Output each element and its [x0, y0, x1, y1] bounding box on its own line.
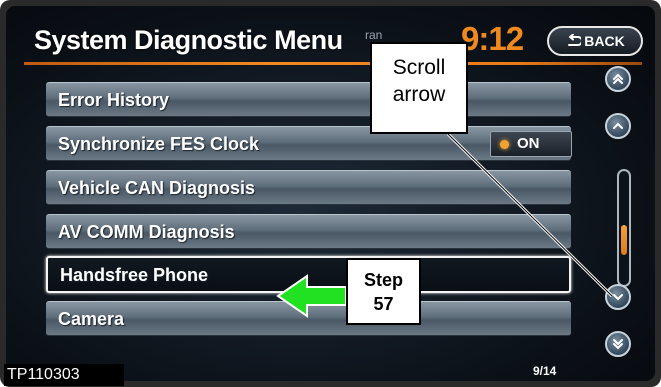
menu-item-error-history[interactable]: Error History: [46, 82, 571, 117]
double-chevron-down-icon: [613, 339, 623, 350]
menu-item-label: Synchronize FES Clock: [58, 134, 260, 154]
menu-item-handsfree-phone[interactable]: Handsfree Phone: [46, 256, 571, 293]
page-counter: 9/14: [533, 364, 557, 378]
clock: 9:12: [461, 20, 524, 57]
menu-item-label: Handsfree Phone: [60, 265, 209, 285]
scroll-up-button[interactable]: [605, 113, 631, 139]
scroll-page-up-button[interactable]: [605, 66, 631, 92]
menu-item-camera[interactable]: Camera: [46, 301, 571, 336]
chevron-down-icon: [613, 294, 623, 301]
callout-line-2: arrow: [392, 83, 446, 106]
scrollbar-thumb[interactable]: [621, 225, 627, 255]
menu-item-synchronize-fes-clock[interactable]: Synchronize FES Clock ON: [46, 126, 572, 161]
toggle-indicator-icon: [500, 140, 509, 149]
callout-line-1: Scroll: [392, 56, 446, 79]
toggle-label: ON: [517, 135, 540, 152]
chevron-up-icon: [613, 122, 623, 129]
back-arrow-icon: [568, 34, 582, 46]
scroll-page-down-button[interactable]: [605, 331, 631, 357]
scroll-arrow-callout: Scroll arrow: [370, 42, 468, 134]
page-title: System Diagnostic Menu: [34, 25, 343, 55]
header-divider: [24, 62, 642, 65]
display-bezel: System Diagnostic Menu ran 9:12 BACK Err…: [0, 0, 661, 387]
back-button-label: BACK: [584, 33, 625, 49]
menu-item-label: AV COMM Diagnosis: [58, 222, 235, 242]
back-button[interactable]: BACK: [547, 26, 643, 56]
menu-item-label: Camera: [58, 309, 125, 329]
double-chevron-up-icon: [613, 73, 623, 84]
step-callout: Step 57: [346, 258, 421, 325]
menu-list: Error History Synchronize FES Clock ON V…: [26, 82, 572, 370]
title-suffix-text: ran: [365, 28, 383, 42]
fes-clock-toggle[interactable]: ON: [490, 131, 572, 157]
figure-id-label: TP110303: [4, 364, 124, 386]
menu-item-label: Vehicle CAN Diagnosis: [58, 178, 256, 198]
step-number: 57: [373, 294, 394, 314]
menu-item-label: Error History: [58, 90, 170, 110]
display-screen: System Diagnostic Menu ran 9:12 BACK Err…: [6, 6, 655, 381]
menu-item-vehicle-can-diagnosis[interactable]: Vehicle CAN Diagnosis: [46, 170, 571, 205]
step-label: Step: [363, 270, 403, 290]
menu-item-av-comm-diagnosis[interactable]: AV COMM Diagnosis: [46, 214, 571, 249]
scroll-down-button[interactable]: [605, 284, 631, 310]
scrollbar-track[interactable]: [617, 169, 631, 287]
